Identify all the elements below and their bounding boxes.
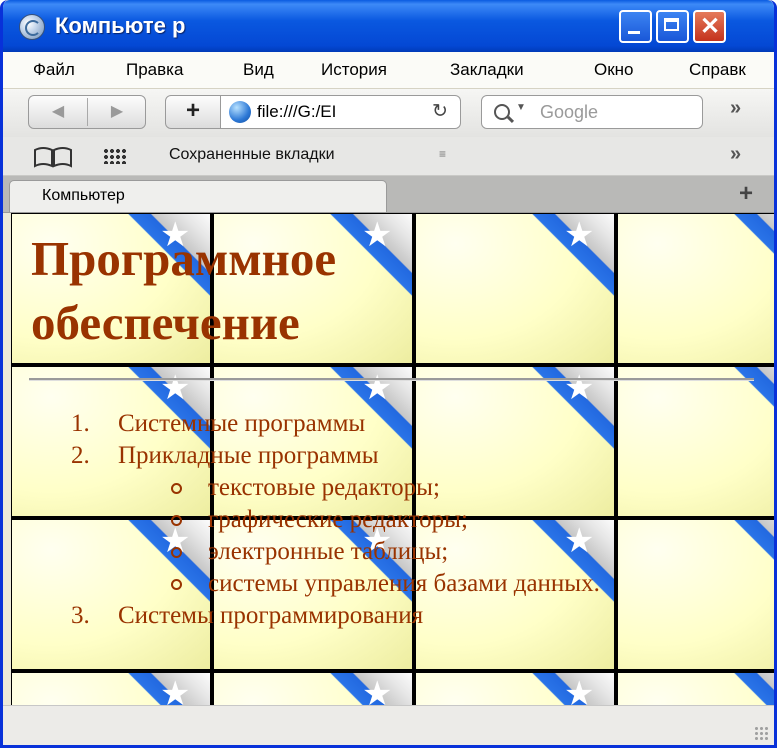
menu-view[interactable]: Вид	[243, 60, 274, 80]
menu-help[interactable]: Справк	[689, 60, 746, 80]
list-item: 3. Системы программирования	[71, 600, 648, 632]
sublist-item: текстовые редакторы;	[171, 472, 648, 504]
star-icon: ★	[564, 216, 595, 254]
page-title-line2: обеспечение	[31, 295, 300, 350]
search-box[interactable]: ▼	[481, 95, 703, 129]
search-input[interactable]	[538, 101, 692, 124]
maximize-button[interactable]	[656, 10, 689, 43]
app-icon	[19, 14, 45, 40]
list-number: 1.	[71, 410, 90, 437]
tab-bar: Компьютер +	[3, 176, 774, 213]
star-icon: ★	[160, 675, 191, 705]
page-title-line1: Программное	[31, 231, 337, 286]
search-engine-dropdown-icon[interactable]: ▼	[516, 102, 526, 113]
menu-edit[interactable]: Правка	[126, 60, 183, 80]
sublist-item: электронные таблицы;	[171, 536, 648, 568]
page-title: Программное обеспечение	[31, 227, 336, 355]
address-text[interactable]: file:///G:/EI	[257, 102, 425, 122]
nav-buttons: ◀ ▶	[28, 95, 146, 129]
star-icon: ★	[160, 369, 191, 407]
page-content: ★ ★ ★ ★ ★ ★ ★ ★ ★ ★ ★ ★ Программное обес…	[11, 213, 774, 705]
list-item: 2. Прикладные программы текстовые редакт…	[71, 440, 648, 600]
top-sites-icon[interactable]	[103, 148, 127, 164]
software-list: 1. Системные программы 2. Прикладные про…	[71, 408, 648, 632]
menu-file[interactable]: Файл	[33, 60, 75, 80]
sublist-item: системы управления базами данных.	[171, 568, 648, 600]
close-icon: ✕	[700, 13, 721, 40]
saved-tabs-folder[interactable]: Сохраненные вкладки	[169, 146, 335, 164]
navigation-toolbar: ◀ ▶ + file:///G:/EI ↻ ▼ »	[3, 89, 774, 137]
add-bookmark-button[interactable]: +	[165, 95, 221, 129]
search-icon[interactable]	[494, 104, 510, 120]
back-button[interactable]: ◀	[29, 96, 87, 128]
globe-icon	[229, 101, 251, 123]
back-icon: ◀	[51, 103, 65, 120]
resize-grip-icon[interactable]	[754, 726, 768, 740]
toolbar-overflow-icon[interactable]: »	[730, 97, 741, 120]
title-bar: Компьюте р ✕	[3, 0, 774, 52]
menu-window[interactable]: Окно	[594, 60, 634, 80]
reading-list-icon[interactable]	[33, 146, 73, 168]
list-item-text: Системные программы	[118, 410, 366, 437]
circle-bullet-icon	[171, 483, 182, 494]
plus-icon: +	[185, 97, 200, 124]
sublist-item-text: электронные таблицы;	[208, 538, 449, 565]
folder-menu-icon[interactable]: ≡	[439, 147, 446, 161]
star-icon: ★	[564, 369, 595, 407]
new-tab-icon[interactable]: +	[739, 180, 753, 208]
browser-window: Компьюте р ✕ Файл Правка Вид История Зак…	[0, 0, 777, 748]
list-item-text: Системы программирования	[118, 602, 424, 629]
circle-bullet-icon	[171, 547, 182, 558]
sublist-item: графические редакторы;	[171, 504, 648, 536]
status-bar	[3, 705, 774, 745]
close-button[interactable]: ✕	[693, 10, 726, 43]
sublist-item-text: системы управления базами данных.	[208, 570, 600, 597]
list-number: 3.	[71, 602, 90, 629]
bookmarks-bar: Сохраненные вкладки ≡ »	[3, 137, 774, 176]
circle-bullet-icon	[171, 515, 182, 526]
star-icon: ★	[564, 675, 595, 705]
star-icon: ★	[362, 369, 393, 407]
star-icon: ★	[362, 675, 393, 705]
sublist-item-text: графические редакторы;	[208, 506, 468, 533]
application-sublist: текстовые редакторы; графические редакто…	[118, 472, 648, 600]
forward-button[interactable]: ▶	[88, 96, 146, 128]
horizontal-rule	[29, 378, 754, 381]
forward-icon: ▶	[110, 103, 124, 120]
star-icon: ★	[362, 216, 393, 254]
sublist-item-text: текстовые редакторы;	[208, 474, 440, 501]
bookmarks-overflow-icon[interactable]: »	[730, 143, 741, 166]
list-number: 2.	[71, 442, 90, 469]
reload-icon[interactable]: ↻	[432, 100, 448, 123]
list-item: 1. Системные программы	[71, 408, 648, 440]
menu-bookmarks[interactable]: Закладки	[450, 60, 524, 80]
list-item-text: Прикладные программы	[118, 442, 379, 469]
circle-bullet-icon	[171, 579, 182, 590]
address-bar[interactable]: file:///G:/EI ↻	[221, 95, 461, 129]
menu-history[interactable]: История	[321, 60, 387, 80]
menu-bar: Файл Правка Вид История Закладки Окно Сп…	[3, 52, 774, 89]
tab-label: Компьютер	[42, 187, 125, 204]
window-title: Компьюте р	[55, 13, 186, 38]
minimize-button[interactable]	[619, 10, 652, 43]
tab-computer[interactable]: Компьютер	[9, 180, 387, 212]
